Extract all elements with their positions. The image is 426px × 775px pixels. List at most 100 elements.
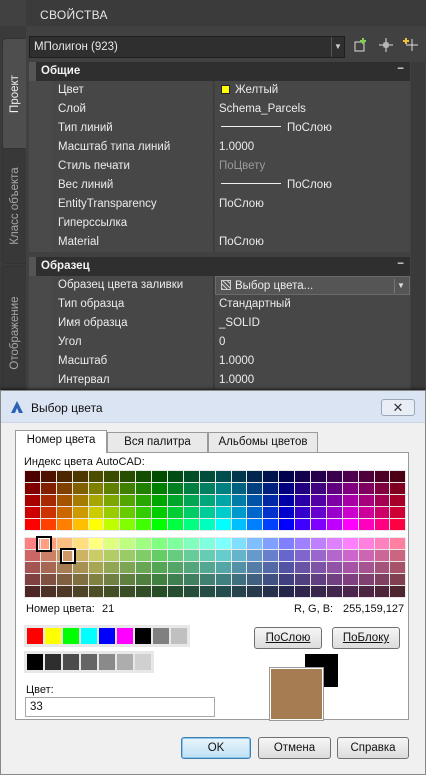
palette-scrollbar[interactable] bbox=[411, 62, 425, 400]
aci-swatch[interactable] bbox=[326, 550, 342, 561]
vtab-object-class[interactable]: Класс объекта bbox=[2, 148, 26, 264]
tab-index-color[interactable]: Номер цвета bbox=[15, 430, 107, 453]
dialog-titlebar[interactable]: Выбор цвета ✕ bbox=[1, 391, 425, 423]
aci-swatch[interactable] bbox=[231, 586, 247, 597]
aci-swatch[interactable] bbox=[168, 495, 183, 506]
aci-swatch[interactable] bbox=[374, 495, 390, 506]
aci-swatch[interactable] bbox=[374, 538, 390, 549]
aci-swatch[interactable] bbox=[295, 519, 311, 530]
aci-swatch[interactable] bbox=[311, 519, 326, 530]
aci-swatch[interactable] bbox=[342, 586, 358, 597]
aci-swatch[interactable] bbox=[136, 495, 152, 506]
aci-swatch[interactable] bbox=[183, 495, 199, 506]
color-swatch[interactable] bbox=[81, 628, 97, 644]
prop-row-hyperlink[interactable]: Гиперссылка bbox=[29, 214, 410, 233]
aci-swatch[interactable] bbox=[56, 519, 72, 530]
aci-swatch[interactable] bbox=[247, 586, 263, 597]
aci-swatch[interactable] bbox=[120, 550, 136, 561]
color-swatch[interactable] bbox=[27, 628, 43, 644]
prop-row-pattern-name[interactable]: Имя образца _SOLID bbox=[29, 314, 410, 333]
aci-swatch[interactable] bbox=[326, 519, 342, 530]
aci-swatch[interactable] bbox=[199, 562, 215, 573]
aci-swatch[interactable] bbox=[215, 519, 231, 530]
aci-swatch[interactable] bbox=[390, 471, 406, 482]
aci-swatch[interactable] bbox=[279, 550, 295, 561]
aci-swatch[interactable] bbox=[390, 574, 406, 585]
color-swatch[interactable] bbox=[117, 654, 133, 670]
prop-value[interactable]: ПоСлою bbox=[215, 176, 410, 195]
aci-swatch[interactable] bbox=[279, 574, 295, 585]
aci-swatch[interactable] bbox=[183, 538, 199, 549]
aci-swatch[interactable] bbox=[136, 538, 152, 549]
color-swatch[interactable] bbox=[117, 628, 133, 644]
aci-swatch[interactable] bbox=[231, 507, 247, 518]
aci-swatch[interactable] bbox=[40, 495, 56, 506]
aci-swatch[interactable] bbox=[215, 562, 231, 573]
color-swatch[interactable] bbox=[99, 654, 115, 670]
prop-row-fill-color[interactable]: Образец цвета заливки Выбор цвета... ▼ bbox=[29, 276, 410, 295]
prop-value[interactable]: 1.0000 bbox=[215, 138, 410, 157]
aci-swatch[interactable] bbox=[136, 471, 152, 482]
aci-swatch[interactable] bbox=[358, 574, 374, 585]
aci-swatch[interactable] bbox=[215, 586, 231, 597]
color-swatch[interactable] bbox=[99, 628, 115, 644]
aci-swatch[interactable] bbox=[358, 519, 374, 530]
aci-swatch[interactable] bbox=[374, 586, 390, 597]
aci-swatch[interactable] bbox=[231, 483, 247, 494]
aci-swatch[interactable] bbox=[311, 483, 326, 494]
aci-swatch[interactable] bbox=[231, 550, 247, 561]
aci-swatch[interactable] bbox=[311, 574, 326, 585]
aci-swatch[interactable] bbox=[152, 562, 168, 573]
aci-swatch[interactable] bbox=[120, 586, 136, 597]
aci-swatch[interactable] bbox=[120, 562, 136, 573]
aci-swatch[interactable] bbox=[215, 495, 231, 506]
aci-swatch[interactable] bbox=[247, 550, 263, 561]
aci-swatch[interactable] bbox=[72, 495, 88, 506]
prop-row-linetype-scale[interactable]: Масштаб типа линий 1.0000 bbox=[29, 138, 410, 157]
aci-swatch[interactable] bbox=[25, 586, 40, 597]
aci-swatch[interactable] bbox=[199, 471, 215, 482]
aci-swatch[interactable] bbox=[247, 562, 263, 573]
aci-swatch[interactable] bbox=[247, 507, 263, 518]
aci-swatch[interactable] bbox=[311, 550, 326, 561]
aci-swatch[interactable] bbox=[88, 538, 104, 549]
cancel-button[interactable]: Отмена bbox=[258, 737, 331, 759]
aci-swatch[interactable] bbox=[183, 519, 199, 530]
aci-swatch[interactable] bbox=[358, 586, 374, 597]
aci-swatch[interactable] bbox=[56, 483, 72, 494]
aci-swatch[interactable] bbox=[104, 586, 120, 597]
aci-swatch[interactable] bbox=[120, 519, 136, 530]
aci-swatch[interactable] bbox=[152, 574, 168, 585]
aci-swatch[interactable] bbox=[215, 471, 231, 482]
aci-swatch[interactable] bbox=[168, 483, 183, 494]
aci-swatch[interactable] bbox=[152, 483, 168, 494]
aci-swatch[interactable] bbox=[199, 495, 215, 506]
aci-swatch[interactable] bbox=[374, 550, 390, 561]
aci-swatch[interactable] bbox=[295, 495, 311, 506]
aci-swatch[interactable] bbox=[72, 507, 88, 518]
aci-swatch[interactable] bbox=[25, 507, 40, 518]
aci-swatch[interactable] bbox=[136, 562, 152, 573]
aci-swatch[interactable] bbox=[152, 507, 168, 518]
aci-swatch[interactable] bbox=[152, 471, 168, 482]
aci-swatch[interactable] bbox=[199, 507, 215, 518]
prop-value[interactable]: Стандартный bbox=[215, 295, 410, 314]
aci-swatch[interactable] bbox=[342, 550, 358, 561]
aci-swatch[interactable] bbox=[104, 471, 120, 482]
aci-swatch[interactable] bbox=[326, 574, 342, 585]
aci-swatch[interactable] bbox=[390, 538, 406, 549]
aci-swatch[interactable] bbox=[25, 471, 40, 482]
aci-swatch[interactable] bbox=[390, 495, 406, 506]
aci-swatch[interactable] bbox=[342, 471, 358, 482]
aci-swatch[interactable] bbox=[215, 483, 231, 494]
aci-swatch[interactable] bbox=[183, 550, 199, 561]
prop-value[interactable]: 0 bbox=[215, 333, 410, 352]
aci-swatch[interactable] bbox=[231, 538, 247, 549]
aci-swatch[interactable] bbox=[279, 538, 295, 549]
aci-swatch[interactable] bbox=[326, 507, 342, 518]
select-objects-icon[interactable] bbox=[377, 37, 395, 57]
aci-swatch[interactable] bbox=[120, 574, 136, 585]
aci-swatch[interactable] bbox=[199, 550, 215, 561]
aci-swatch[interactable] bbox=[104, 495, 120, 506]
aci-swatch[interactable] bbox=[88, 507, 104, 518]
